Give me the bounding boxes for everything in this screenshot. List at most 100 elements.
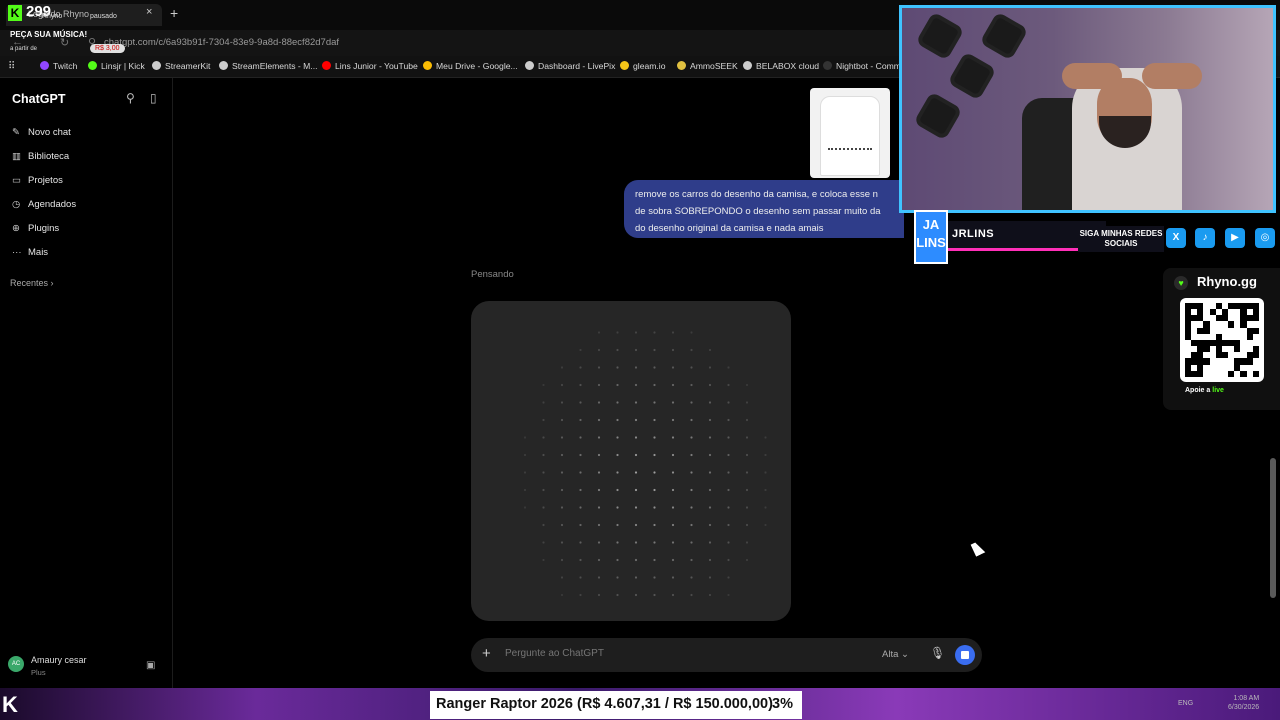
generation-dot bbox=[653, 401, 656, 404]
bookmark-nightbot[interactable]: Nightbot - Comm bbox=[823, 61, 901, 71]
thinking-status: Pensando bbox=[471, 269, 514, 280]
generation-dot bbox=[745, 523, 749, 527]
system-tray-lang[interactable]: ENG bbox=[1178, 700, 1193, 707]
bookmark-belabox[interactable]: BELABOX cloud bbox=[743, 61, 819, 71]
user-message-line: de sobra SOBREPONDO o desenho sem passar… bbox=[635, 206, 881, 217]
generation-dot bbox=[727, 541, 730, 544]
generation-dot bbox=[708, 558, 712, 562]
generation-dot bbox=[690, 348, 693, 352]
stop-generation-button[interactable] bbox=[955, 645, 975, 665]
attached-shirt-image[interactable] bbox=[810, 88, 890, 178]
generation-dot bbox=[653, 366, 656, 369]
sidebar-item-plugins[interactable]: ⊕ Plugins bbox=[12, 223, 59, 234]
generation-dot bbox=[634, 401, 638, 404]
generation-dot bbox=[745, 436, 749, 439]
microphone-icon[interactable]: 🎙 bbox=[930, 646, 945, 660]
youtube-icon bbox=[322, 61, 331, 70]
bookmark-streamerkit[interactable]: StreamerKit bbox=[152, 61, 210, 71]
bookmark-kick[interactable]: Linsjr | Kick bbox=[88, 61, 145, 71]
sidebar-item-more[interactable]: ··· Mais bbox=[12, 247, 48, 258]
qr-module bbox=[1252, 370, 1259, 377]
generation-dot bbox=[560, 436, 564, 439]
sidebar-item-projects[interactable]: ▭ Projetos bbox=[12, 175, 63, 186]
generation-dot bbox=[708, 348, 712, 352]
generation-dot bbox=[708, 366, 712, 369]
livepix-icon bbox=[525, 61, 534, 70]
bookmark-ammoseek[interactable]: AmmoSEEK bbox=[677, 61, 738, 71]
generation-dot bbox=[579, 523, 582, 527]
add-attachment-icon[interactable]: + bbox=[482, 645, 491, 662]
search-icon[interactable]: ⚲ bbox=[126, 91, 140, 105]
scrollbar[interactable] bbox=[1270, 458, 1276, 598]
generation-dot bbox=[745, 418, 749, 422]
bookmark-drive[interactable]: Meu Drive - Google... bbox=[423, 61, 518, 71]
generation-dot bbox=[616, 348, 619, 352]
generation-dot bbox=[579, 348, 582, 352]
generation-dot bbox=[523, 436, 527, 439]
x-icon: X bbox=[1166, 228, 1186, 248]
recents-header[interactable]: Recentes › bbox=[10, 278, 54, 288]
nightbot-icon bbox=[823, 61, 832, 70]
social-banner: JA LINS JRLINS SIGA MINHAS REDES SOCIAIS… bbox=[900, 210, 1280, 264]
sidebar-item-new-chat[interactable]: ✎ Novo chat bbox=[12, 127, 71, 138]
generation-dot bbox=[597, 488, 601, 492]
generation-dot bbox=[579, 383, 582, 387]
generation-dot bbox=[727, 558, 730, 562]
system-clock[interactable]: 1:08 AM 6/30/2026 bbox=[1228, 694, 1259, 712]
generation-dot bbox=[727, 488, 730, 492]
generation-dot bbox=[653, 418, 656, 422]
generation-dot bbox=[597, 331, 601, 334]
generation-dot bbox=[727, 436, 730, 439]
generation-dot bbox=[727, 401, 730, 404]
bookmark-gleam[interactable]: gleam.io bbox=[620, 61, 665, 71]
generation-dot bbox=[597, 471, 601, 474]
generation-dot bbox=[560, 383, 564, 387]
generation-dot bbox=[634, 488, 638, 492]
generation-dot bbox=[708, 488, 712, 492]
generation-dot bbox=[745, 471, 749, 474]
new-tab-icon[interactable]: + bbox=[170, 5, 178, 21]
generation-dot bbox=[727, 418, 730, 422]
prompt-input[interactable] bbox=[505, 648, 805, 659]
generation-dot bbox=[542, 436, 545, 439]
bookmark-youtube[interactable]: Lins Junior - YouTube bbox=[322, 61, 418, 71]
generation-dot bbox=[671, 331, 675, 334]
generation-dot bbox=[671, 418, 675, 422]
brand-title[interactable]: ChatGPT bbox=[12, 92, 65, 106]
rhyno-widget: ♥ Rhyno.gg Apoie a live bbox=[1163, 268, 1280, 410]
generation-dot bbox=[634, 541, 638, 544]
generation-dot bbox=[542, 418, 545, 422]
generation-dot bbox=[671, 576, 675, 579]
sidebar-toggle-icon[interactable]: ▯ bbox=[150, 91, 164, 105]
streamelements-icon bbox=[219, 61, 228, 70]
generation-dot bbox=[616, 471, 619, 474]
bookmark-livepix[interactable]: Dashboard - LivePix bbox=[525, 61, 615, 71]
sidebar-item-scheduled[interactable]: ◷ Agendados bbox=[12, 199, 76, 210]
model-selector[interactable]: Alta ⌄ bbox=[882, 649, 909, 660]
user-name: Amaury cesar bbox=[31, 655, 87, 665]
ammoseek-icon bbox=[677, 61, 686, 70]
tab-close-icon[interactable]: × bbox=[146, 6, 152, 18]
generation-dot bbox=[690, 541, 693, 544]
instagram-icon: ◎ bbox=[1255, 228, 1275, 248]
generation-dot bbox=[690, 453, 693, 457]
bookmark-twitch[interactable]: Twitch bbox=[40, 61, 77, 71]
generation-dot bbox=[745, 541, 749, 544]
generation-dot bbox=[727, 366, 730, 369]
apps-grid-icon[interactable]: ⠿ bbox=[8, 61, 15, 72]
generation-dot bbox=[579, 488, 582, 492]
sidebar-item-library[interactable]: ▥ Biblioteca bbox=[12, 151, 69, 162]
generation-dot bbox=[616, 331, 619, 334]
goal-percent: 3% bbox=[772, 696, 793, 712]
qr-code-pattern bbox=[1185, 303, 1259, 377]
price-badge: R$ 3,00 bbox=[90, 44, 125, 53]
upgrade-gift-icon[interactable]: ▣ bbox=[146, 660, 155, 671]
generation-dot bbox=[542, 401, 545, 404]
generation-dot bbox=[671, 471, 675, 474]
bookmark-streamelements[interactable]: StreamElements - M... bbox=[219, 61, 317, 71]
streamerkit-icon bbox=[152, 61, 161, 70]
generation-dot bbox=[616, 453, 619, 457]
user-plan: Plus bbox=[31, 668, 46, 677]
chevron-down-icon: ⌄ bbox=[901, 649, 909, 660]
generation-dot bbox=[579, 453, 582, 457]
